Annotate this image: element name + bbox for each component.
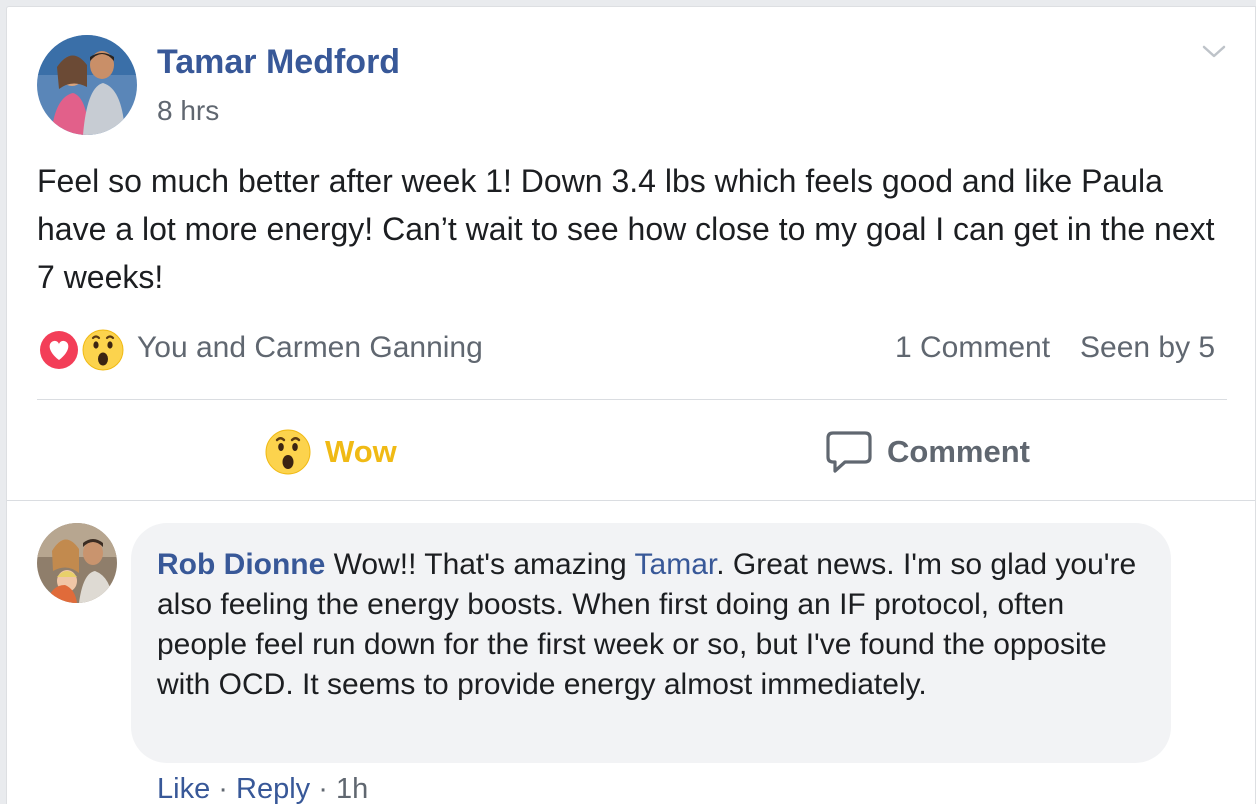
post-timestamp[interactable]: 8 hrs (157, 95, 219, 127)
comments-section: Rob Dionne Wow!! That's amazing Tamar. G… (7, 500, 1255, 804)
comment-bubble-icon (826, 431, 872, 473)
comment-count[interactable]: 1 Comment (895, 331, 1050, 365)
comment-actions: Like · Reply · 1h (157, 773, 368, 804)
comment-bubble: Rob Dionne Wow!! That's amazing Tamar. G… (131, 523, 1171, 763)
wow-reaction-icon (265, 429, 311, 475)
divider (37, 399, 1227, 400)
post-card: Tamar Medford 8 hrs Feel so much better … (6, 6, 1256, 804)
separator: · (218, 773, 228, 804)
seen-by-count[interactable]: Seen by 5 (1080, 331, 1215, 365)
commenter-name[interactable]: Rob Dionne (157, 548, 325, 581)
reaction-summary-icons[interactable] (37, 327, 133, 373)
comment-mention[interactable]: Tamar (635, 548, 717, 581)
love-reaction-icon (38, 329, 80, 371)
reactors-text[interactable]: You and Carmen Ganning (137, 331, 483, 365)
comment-text: Rob Dionne Wow!! That's amazing Tamar. G… (157, 545, 1145, 705)
commenter-avatar[interactable] (37, 523, 117, 603)
wow-reaction-icon (81, 328, 125, 372)
comment-text-start: Wow!! That's amazing (333, 548, 627, 581)
comment-label: Comment (887, 434, 1030, 469)
wow-label: Wow (325, 434, 397, 469)
separator: · (318, 773, 328, 804)
comment-button[interactable]: Comment (825, 427, 1030, 477)
author-name[interactable]: Tamar Medford (157, 43, 400, 82)
author-avatar[interactable] (37, 35, 137, 135)
like-comment-link[interactable]: Like (157, 773, 210, 804)
post-text: Feel so much better after week 1! Down 3… (37, 163, 1215, 295)
comment-timestamp[interactable]: 1h (336, 773, 368, 804)
reply-comment-link[interactable]: Reply (236, 773, 310, 804)
chevron-down-icon[interactable] (1201, 43, 1227, 61)
wow-reaction-button[interactable]: Wow (265, 427, 397, 477)
